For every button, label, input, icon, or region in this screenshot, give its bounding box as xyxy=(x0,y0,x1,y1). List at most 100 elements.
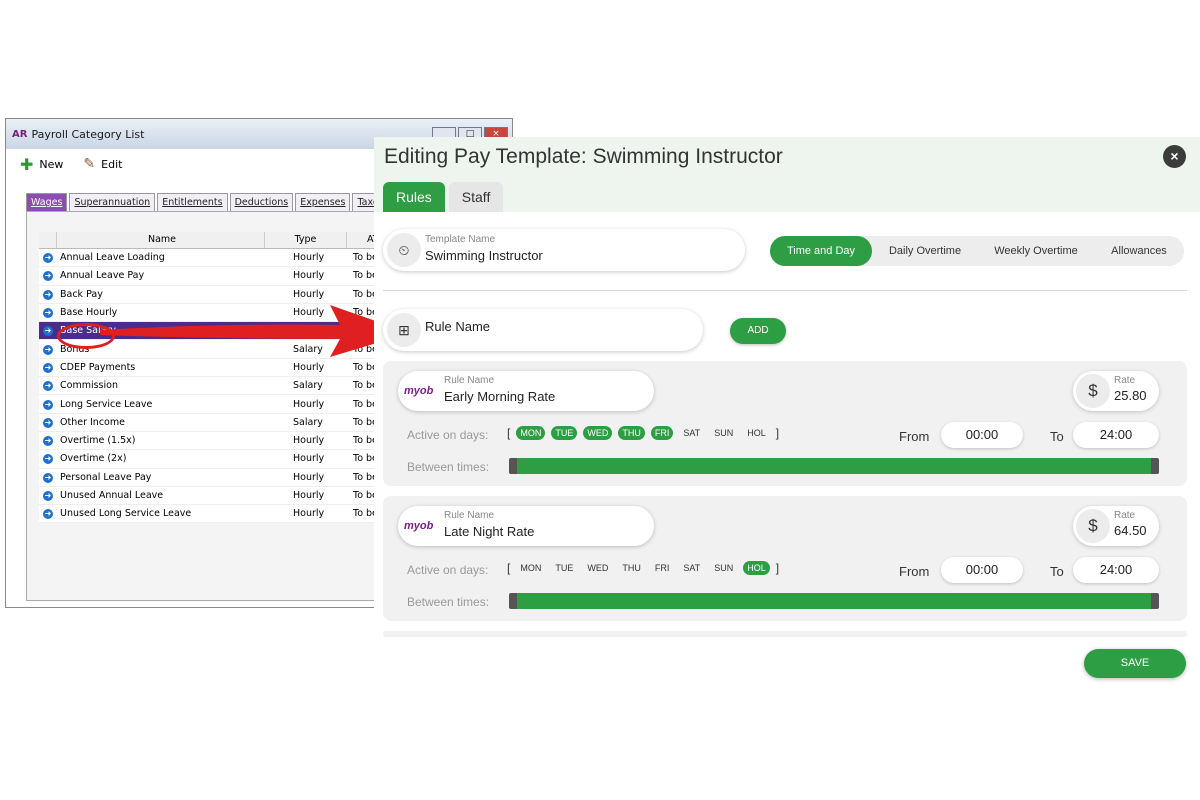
row-name: Unused Long Service Leave xyxy=(60,508,192,520)
rate-label: Rate xyxy=(1114,375,1136,386)
rule-name-field[interactable]: myob Rule Name Early Morning Rate xyxy=(398,371,654,411)
day-toggle-hol[interactable]: HOL xyxy=(743,561,770,575)
day-toggle-fri[interactable]: FRI xyxy=(651,561,674,575)
day-toggle-sat[interactable]: SAT xyxy=(679,426,704,440)
add-rule-button[interactable]: ADD xyxy=(730,318,786,344)
row-arrow-icon: ➜ xyxy=(43,417,53,428)
row-type: Hourly xyxy=(293,435,325,447)
day-toggle-tue[interactable]: TUE xyxy=(551,561,577,575)
from-label: From xyxy=(899,564,930,579)
row-name: Personal Leave Pay xyxy=(60,471,152,483)
from-time-input[interactable]: 00:00 xyxy=(941,557,1023,583)
tab-staff[interactable]: Staff xyxy=(448,182,504,212)
template-name-field[interactable]: ⏲ Template Name Swimming Instructor xyxy=(383,229,745,271)
rule-name-value: Late Night Rate xyxy=(444,524,535,539)
rate-value: 64.50 xyxy=(1114,523,1147,538)
tab-wages[interactable]: Wages xyxy=(26,193,68,211)
template-name-value: Swimming Instructor xyxy=(425,248,543,263)
from-label: From xyxy=(899,429,930,444)
row-name: Commission xyxy=(60,380,118,392)
row-name: Other Income xyxy=(60,416,125,428)
header-name[interactable]: Name xyxy=(57,232,265,248)
template-name-label: Template Name xyxy=(425,234,496,245)
new-rule-name-input[interactable]: ⊞ Rule Name xyxy=(383,309,703,351)
rule-name-label: Rule Name xyxy=(444,510,495,521)
day-toggle-sun[interactable]: SUN xyxy=(710,561,737,575)
rate-field[interactable]: $ Rate 25.80 xyxy=(1073,371,1159,411)
time-range-slider[interactable] xyxy=(509,593,1159,609)
rate-field[interactable]: $ Rate 64.50 xyxy=(1073,506,1159,546)
rule-name-label: Rule Name xyxy=(444,375,495,386)
row-arrow-icon: ➜ xyxy=(43,436,53,447)
new-button[interactable]: ✚ New xyxy=(20,155,63,174)
to-time-input[interactable]: 24:00 xyxy=(1073,422,1159,448)
category-tabs: Wages Superannuation Entitlements Deduction… xyxy=(26,193,389,211)
days-bracket-open: [ xyxy=(507,426,511,440)
row-name: Annual Leave Pay xyxy=(60,270,145,282)
dollar-icon: $ xyxy=(1076,374,1110,408)
header-type[interactable]: Type xyxy=(265,232,347,248)
day-toggle-thu[interactable]: THU xyxy=(618,426,645,440)
time-range-slider[interactable] xyxy=(509,458,1159,474)
app-logo: AR xyxy=(12,128,28,140)
tab-deductions[interactable]: Deductions xyxy=(229,193,294,211)
day-toggle-tue[interactable]: TUE xyxy=(551,426,578,440)
day-selector: [MON TUE WED THU FRI SAT SUN HOL] xyxy=(507,426,779,440)
tab-expenses[interactable]: Expenses xyxy=(295,193,351,211)
segment-weekly-overtime[interactable]: Weekly Overtime xyxy=(978,245,1094,257)
between-times-label: Between times: xyxy=(407,595,490,609)
day-toggle-fri[interactable]: FRI xyxy=(650,426,674,440)
from-time-input[interactable]: 00:00 xyxy=(941,422,1023,448)
tab-entitlements[interactable]: Entitlements xyxy=(157,193,228,211)
page-title: Editing Pay Template: Swimming Instructo… xyxy=(384,145,783,168)
row-arrow-icon: ➜ xyxy=(43,454,53,465)
myob-logo: myob xyxy=(404,385,434,397)
row-arrow-icon: ➜ xyxy=(43,344,53,355)
day-toggle-hol[interactable]: HOL xyxy=(743,426,770,440)
row-arrow-icon: ➜ xyxy=(43,326,53,337)
arrow-graphic xyxy=(100,305,410,357)
day-toggle-mon[interactable]: MON xyxy=(516,426,546,440)
rule-name-field[interactable]: myob Rule Name Late Night Rate xyxy=(398,506,654,546)
to-label: To xyxy=(1050,429,1064,444)
rate-label: Rate xyxy=(1114,510,1136,521)
add-rule-icon: ⊞ xyxy=(387,313,421,347)
to-label: To xyxy=(1050,564,1064,579)
rule-card: myob Rule Name Late Night Rate $ Rate 64.50 Ac… xyxy=(383,496,1187,621)
editor-header: Editing Pay Template: Swimming Instructo… xyxy=(374,137,1200,212)
row-type: Hourly xyxy=(293,471,325,483)
pay-template-editor: Editing Pay Template: Swimming Instructo… xyxy=(374,137,1200,692)
segment-time-and-day[interactable]: Time and Day xyxy=(770,236,872,266)
day-toggle-wed[interactable]: WED xyxy=(583,561,612,575)
day-toggle-wed[interactable]: WED xyxy=(583,426,613,440)
row-name: Annual Leave Loading xyxy=(60,252,165,264)
segment-daily-overtime[interactable]: Daily Overtime xyxy=(872,245,978,257)
row-arrow-icon: ➜ xyxy=(43,472,53,483)
day-toggle-sun[interactable]: SUN xyxy=(710,426,737,440)
edit-label: Edit xyxy=(101,157,123,171)
myob-logo: myob xyxy=(404,520,434,532)
day-toggle-mon[interactable]: MON xyxy=(516,561,545,575)
save-button[interactable]: SAVE xyxy=(1084,649,1186,678)
tab-superannuation[interactable]: Superannuation xyxy=(69,193,156,211)
rule-name-placeholder: Rule Name xyxy=(425,319,491,334)
edit-button[interactable]: ✎ Edit xyxy=(83,156,122,172)
template-clock-icon: ⏲ xyxy=(387,233,421,267)
day-toggle-sat[interactable]: SAT xyxy=(679,561,704,575)
row-type: Hourly xyxy=(293,270,325,282)
to-time-input[interactable]: 24:00 xyxy=(1073,557,1159,583)
days-bracket-open: [ xyxy=(507,561,511,575)
tab-rules[interactable]: Rules xyxy=(383,182,445,212)
row-name: Unused Annual Leave xyxy=(60,490,164,501)
close-icon[interactable]: × xyxy=(1163,145,1186,168)
day-selector: [MON TUE WED THU FRI SAT SUN HOL] xyxy=(507,561,779,575)
row-arrow-icon: ➜ xyxy=(43,381,53,392)
window-title: Payroll Category List xyxy=(31,127,145,141)
row-arrow-icon: ➜ xyxy=(43,362,53,373)
rule-name-value: Early Morning Rate xyxy=(444,389,556,404)
row-arrow-icon: ➜ xyxy=(43,271,53,282)
segment-allowances[interactable]: Allowances xyxy=(1094,245,1184,257)
row-arrow-icon: ➜ xyxy=(43,253,53,264)
header-icon-col xyxy=(39,232,57,248)
day-toggle-thu[interactable]: THU xyxy=(618,561,645,575)
